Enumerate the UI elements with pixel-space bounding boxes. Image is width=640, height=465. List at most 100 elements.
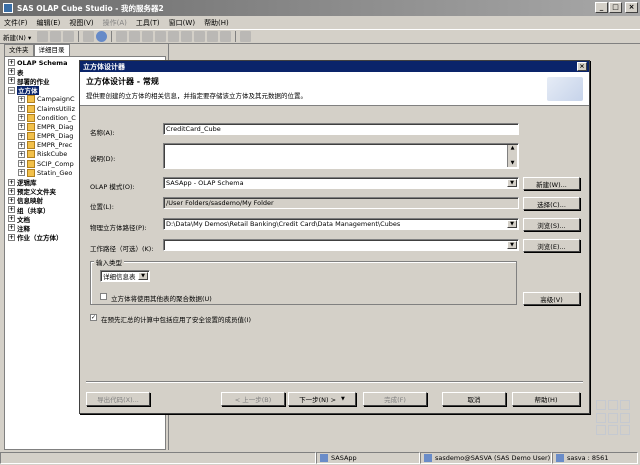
toolbar: 新建(N) ▾ — [0, 29, 640, 44]
dropdown-arrow-icon[interactable]: ▼ — [507, 220, 517, 228]
advanced-button[interactable]: 高级(V) — [523, 292, 580, 305]
expand-icon[interactable]: + — [8, 206, 15, 214]
menu-help[interactable]: 帮助(H) — [204, 18, 229, 28]
server-icon — [320, 453, 328, 462]
sas-watermark — [596, 400, 632, 436]
new-dropdown-button[interactable]: 新建(N) ▾ — [3, 32, 31, 42]
refresh-icon[interactable] — [96, 31, 108, 42]
name-input[interactable]: CreditCard_Cube — [163, 123, 519, 135]
scroll-down-arrow[interactable]: ▼ — [508, 160, 517, 167]
status-user-name: sasdemo@SASVA (SAS Demo User) — [435, 453, 551, 462]
schema-icon[interactable] — [129, 31, 141, 42]
olap-schema-label: OLAP 模式(O): — [90, 183, 135, 191]
menu-window[interactable]: 窗口(W) — [169, 18, 195, 28]
expand-icon[interactable]: + — [8, 68, 15, 76]
tree-item-label: 文档 — [17, 215, 30, 224]
expand-icon[interactable]: + — [8, 233, 15, 241]
description-textarea[interactable]: ▲ ▼ — [163, 143, 519, 169]
properties-icon[interactable] — [83, 31, 95, 42]
browse-work-path-button[interactable]: 浏览(E)... — [523, 239, 580, 252]
olap-schema-value: SASApp - OLAP Schema — [166, 179, 244, 187]
dialog-header: 立方体设计器 - 常规 提供要创建的立方体的相关信息，并指定要存储该立方体及其元… — [80, 72, 589, 106]
maximize-button[interactable]: □ — [609, 2, 622, 13]
tree-item-label: 逻辑库 — [17, 179, 37, 187]
status-message — [0, 451, 316, 464]
olap-schema-select[interactable]: SASApp - OLAP Schema ▼ — [163, 177, 519, 189]
expand-icon[interactable]: + — [8, 187, 15, 195]
expand-icon[interactable]: + — [8, 196, 15, 204]
expand-icon[interactable]: + — [18, 114, 25, 122]
security-members-checkbox[interactable]: ✓ — [90, 314, 97, 321]
expand-icon[interactable]: + — [8, 224, 15, 232]
menu-tools[interactable]: 工具(T) — [136, 18, 160, 28]
expand-icon[interactable]: + — [18, 169, 25, 177]
expand-icon[interactable]: + — [8, 77, 15, 85]
expand-icon[interactable]: + — [18, 105, 25, 113]
expand-icon[interactable]: + — [18, 123, 25, 131]
export-icon[interactable] — [194, 31, 206, 42]
dropdown-arrow-icon[interactable]: ▼ — [138, 272, 148, 280]
dropdown-arrow-icon[interactable]: ▼ — [507, 241, 517, 249]
next-button[interactable]: 下一步(N) > ▼ — [288, 392, 356, 406]
description-label: 说明(D): — [90, 155, 116, 163]
copy-icon[interactable] — [37, 31, 49, 42]
dialog-close-button[interactable]: × — [577, 62, 587, 71]
expand-icon[interactable]: + — [18, 160, 25, 168]
browse-path-button[interactable]: 浏览(S)... — [523, 218, 580, 231]
aggregate-data-checkbox[interactable] — [100, 293, 107, 300]
input-type-select[interactable]: 详细信息表 ▼ — [100, 270, 150, 282]
expand-icon[interactable]: + — [18, 132, 25, 140]
expand-icon[interactable]: + — [18, 141, 25, 149]
tab-folders[interactable]: 文件夹 — [4, 44, 34, 56]
tree-item-label: Condition_C — [37, 113, 76, 122]
expand-icon[interactable]: + — [18, 95, 25, 103]
expand-icon[interactable]: + — [8, 178, 15, 186]
name-label: 名称(A): — [90, 129, 115, 137]
expand-icon[interactable]: + — [18, 150, 25, 158]
tools-icon[interactable] — [220, 31, 232, 42]
close-button[interactable]: × — [625, 2, 638, 13]
work-path-label: 工作路径（可选）(K): — [90, 245, 154, 253]
physical-path-select[interactable]: D:\Data\My Demos\Retail Banking\Credit C… — [163, 218, 519, 230]
dropdown-arrow-icon[interactable]: ▼ — [507, 179, 517, 187]
menu-view[interactable]: 视图(V) — [69, 18, 93, 28]
collapse-icon[interactable]: − — [8, 86, 15, 94]
export-code-button[interactable]: 导出代码(X)... — [86, 392, 150, 406]
user-icon — [424, 453, 432, 462]
work-path-select[interactable]: ▼ — [163, 239, 519, 251]
dialog-header-title: 立方体设计器 - 常规 — [86, 77, 159, 86]
document-icon[interactable] — [181, 31, 193, 42]
scroll-up-arrow[interactable]: ▲ — [508, 145, 517, 152]
cube-icon — [27, 132, 35, 141]
expand-icon[interactable]: + — [8, 59, 15, 67]
cube-icon[interactable] — [116, 31, 128, 42]
menu-file[interactable]: 文件(F) — [4, 18, 28, 28]
layout-icon[interactable] — [168, 31, 180, 42]
select-location-button[interactable]: 选择(C)... — [523, 197, 580, 210]
description-scrollbar[interactable]: ▲ ▼ — [507, 145, 517, 167]
app-icon — [3, 3, 13, 13]
back-button[interactable]: < 上一步(B) — [221, 392, 285, 406]
tree-item-label: EMPR_Diag — [37, 132, 74, 141]
tree-item-label: OLAP Schema — [17, 58, 68, 67]
grid-icon[interactable] — [142, 31, 154, 42]
minimize-button[interactable]: _ — [595, 2, 608, 13]
input-type-value: 详细信息表 — [103, 273, 136, 281]
tab-inventory[interactable]: 详细目录 — [33, 44, 70, 56]
finish-button[interactable]: 完成(F) — [363, 392, 427, 406]
status-server: SASApp — [316, 451, 420, 464]
table-icon[interactable] — [155, 31, 167, 42]
new-schema-button[interactable]: 新建(W)... — [523, 177, 580, 190]
paste-icon[interactable] — [50, 31, 62, 42]
import-icon[interactable] — [207, 31, 219, 42]
menu-edit[interactable]: 编辑(E) — [37, 18, 61, 28]
help-icon[interactable] — [240, 31, 252, 42]
expand-icon[interactable]: + — [8, 215, 15, 223]
panel-tabs: 文件夹 详细目录 — [4, 44, 70, 56]
menu-actions[interactable]: 操作(A) — [103, 18, 127, 28]
delete-icon[interactable] — [63, 31, 75, 42]
menu-bar: 文件(F) 编辑(E) 视图(V) 操作(A) 工具(T) 窗口(W) 帮助(H… — [0, 16, 640, 29]
help-button[interactable]: 帮助(H) — [512, 392, 580, 406]
app-title: SAS OLAP Cube Studio - 我的服务器2 — [17, 3, 164, 13]
cancel-button[interactable]: 取消 — [442, 392, 506, 406]
